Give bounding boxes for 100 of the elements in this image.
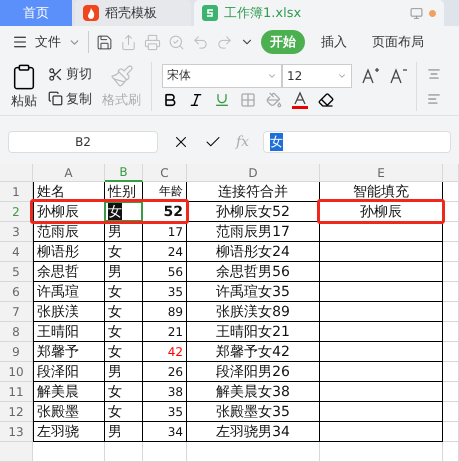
table-cell[interactable]: 女 bbox=[105, 322, 143, 342]
table-cell[interactable]: 左羽骁男34 bbox=[187, 422, 320, 442]
table-cell[interactable]: 姓名 bbox=[33, 182, 105, 202]
table-cell[interactable]: 解美晨 bbox=[33, 382, 105, 402]
table-cell[interactable] bbox=[320, 402, 443, 422]
table-cell[interactable]: 许禹瑄 bbox=[33, 282, 105, 302]
table-cell[interactable]: 52 bbox=[143, 202, 187, 222]
table-cell[interactable]: 35 bbox=[143, 402, 187, 422]
row-header[interactable]: 11 bbox=[0, 382, 33, 402]
export-icon[interactable] bbox=[120, 34, 137, 51]
table-cell[interactable]: 男 bbox=[105, 222, 143, 242]
table-cell[interactable]: 孙柳辰女52 bbox=[187, 202, 320, 222]
table-cell[interactable]: 17 bbox=[143, 222, 187, 242]
table-cell[interactable]: 张殿墨女35 bbox=[187, 402, 320, 422]
table-cell[interactable]: 35 bbox=[143, 282, 187, 302]
monitor-icon[interactable] bbox=[410, 6, 423, 20]
table-cell[interactable] bbox=[320, 382, 443, 402]
table-cell[interactable] bbox=[320, 222, 443, 242]
font-name-select[interactable]: 宋体 bbox=[162, 64, 282, 88]
print-icon[interactable] bbox=[144, 34, 161, 51]
table-cell[interactable]: 解美晨女38 bbox=[187, 382, 320, 402]
table-cell[interactable]: 左羽骁 bbox=[33, 422, 105, 442]
align-left-icon[interactable] bbox=[427, 92, 441, 106]
table-cell[interactable]: 女 bbox=[105, 382, 143, 402]
table-cell[interactable]: 女 bbox=[105, 282, 143, 302]
table-cell[interactable]: 智能填充 bbox=[320, 182, 443, 202]
fill-color-icon[interactable] bbox=[266, 92, 282, 108]
row-header[interactable]: 8 bbox=[0, 322, 33, 342]
column-header[interactable]: C bbox=[143, 164, 187, 182]
row-header[interactable]: 3 bbox=[0, 222, 33, 242]
table-cell[interactable] bbox=[320, 242, 443, 262]
formula-field[interactable]: 女 bbox=[263, 130, 451, 153]
table-cell[interactable]: 余思哲男56 bbox=[187, 262, 320, 282]
row-header[interactable]: 1 bbox=[0, 182, 33, 202]
grow-font-icon[interactable] bbox=[362, 66, 380, 85]
row-header[interactable]: 13 bbox=[0, 422, 33, 442]
font-color-icon[interactable] bbox=[292, 91, 308, 110]
column-header[interactable]: E bbox=[320, 164, 443, 182]
table-cell[interactable] bbox=[320, 422, 443, 442]
file-menu[interactable]: 文件 bbox=[35, 33, 61, 52]
align-top-icon[interactable] bbox=[427, 67, 441, 82]
table-cell[interactable]: 连接符合并 bbox=[187, 182, 320, 202]
row-header[interactable]: 7 bbox=[0, 302, 33, 322]
table-cell[interactable]: 女 bbox=[105, 402, 143, 422]
table-cell[interactable]: 24 bbox=[143, 242, 187, 262]
table-cell[interactable]: 张朕渼 bbox=[33, 302, 105, 322]
clear-format-icon[interactable] bbox=[318, 92, 334, 108]
table-cell[interactable]: 王晴阳女21 bbox=[187, 322, 320, 342]
table-cell[interactable]: 男 bbox=[105, 262, 143, 282]
table-cell[interactable]: 张朕渼女89 bbox=[187, 302, 320, 322]
menu-icon[interactable] bbox=[12, 34, 28, 50]
cut-button[interactable]: 剪切 bbox=[48, 65, 92, 84]
table-cell[interactable]: 女 bbox=[105, 302, 143, 322]
table-cell[interactable]: 56 bbox=[143, 262, 187, 282]
row-header[interactable]: 9 bbox=[0, 342, 33, 362]
row-header[interactable]: 4 bbox=[0, 242, 33, 262]
table-cell[interactable]: 男 bbox=[105, 362, 143, 382]
table-cell[interactable] bbox=[320, 282, 443, 302]
table-cell[interactable]: 段泽阳男26 bbox=[187, 362, 320, 382]
table-cell[interactable] bbox=[320, 342, 443, 362]
table-cell[interactable] bbox=[320, 362, 443, 382]
table-cell[interactable]: 孙柳辰 bbox=[320, 202, 443, 222]
table-cell[interactable]: 34 bbox=[143, 422, 187, 442]
ribbon-tab[interactable]: 页面布局 bbox=[363, 30, 433, 54]
table-cell[interactable] bbox=[320, 302, 443, 322]
row-header[interactable]: 10 bbox=[0, 362, 33, 382]
font-size-select[interactable]: 12 bbox=[282, 64, 352, 88]
column-header[interactable]: A bbox=[33, 164, 105, 182]
table-cell[interactable] bbox=[320, 262, 443, 282]
table-cell[interactable]: 郑馨予女42 bbox=[187, 342, 320, 362]
bold-icon[interactable] bbox=[162, 92, 178, 108]
borders-icon[interactable] bbox=[240, 92, 256, 108]
table-cell[interactable]: 女 bbox=[105, 242, 143, 262]
name-box[interactable]: B2 bbox=[8, 130, 158, 153]
shrink-font-icon[interactable] bbox=[390, 66, 408, 85]
print-preview-icon[interactable] bbox=[168, 34, 185, 51]
table-cell[interactable]: 年龄 bbox=[143, 182, 187, 202]
column-header[interactable]: D bbox=[187, 164, 320, 182]
table-cell[interactable]: 女 bbox=[105, 342, 143, 362]
table-cell[interactable]: 89 bbox=[143, 302, 187, 322]
save-icon[interactable] bbox=[96, 34, 113, 51]
italic-icon[interactable] bbox=[188, 92, 204, 108]
undo-icon[interactable] bbox=[192, 34, 209, 51]
table-cell[interactable]: 42 bbox=[143, 342, 187, 362]
row-header[interactable]: 5 bbox=[0, 262, 33, 282]
table-cell[interactable]: 王晴阳 bbox=[33, 322, 105, 342]
table-cell[interactable]: 段泽阳 bbox=[33, 362, 105, 382]
copy-button[interactable]: 复制 bbox=[48, 90, 92, 108]
table-cell[interactable]: 26 bbox=[143, 362, 187, 382]
table-cell[interactable]: 余思哲 bbox=[33, 262, 105, 282]
table-cell[interactable]: 女 bbox=[105, 202, 143, 222]
table-cell[interactable]: 范雨辰 bbox=[33, 222, 105, 242]
paste-button[interactable]: 粘贴 bbox=[11, 92, 37, 110]
table-cell[interactable]: 38 bbox=[143, 382, 187, 402]
table-cell[interactable]: 许禹瑄女35 bbox=[187, 282, 320, 302]
table-cell[interactable]: 郑馨予 bbox=[33, 342, 105, 362]
table-cell[interactable]: 柳语彤女24 bbox=[187, 242, 320, 262]
row-header[interactable]: 12 bbox=[0, 402, 33, 422]
row-header[interactable]: 6 bbox=[0, 282, 33, 302]
table-cell[interactable] bbox=[320, 322, 443, 342]
